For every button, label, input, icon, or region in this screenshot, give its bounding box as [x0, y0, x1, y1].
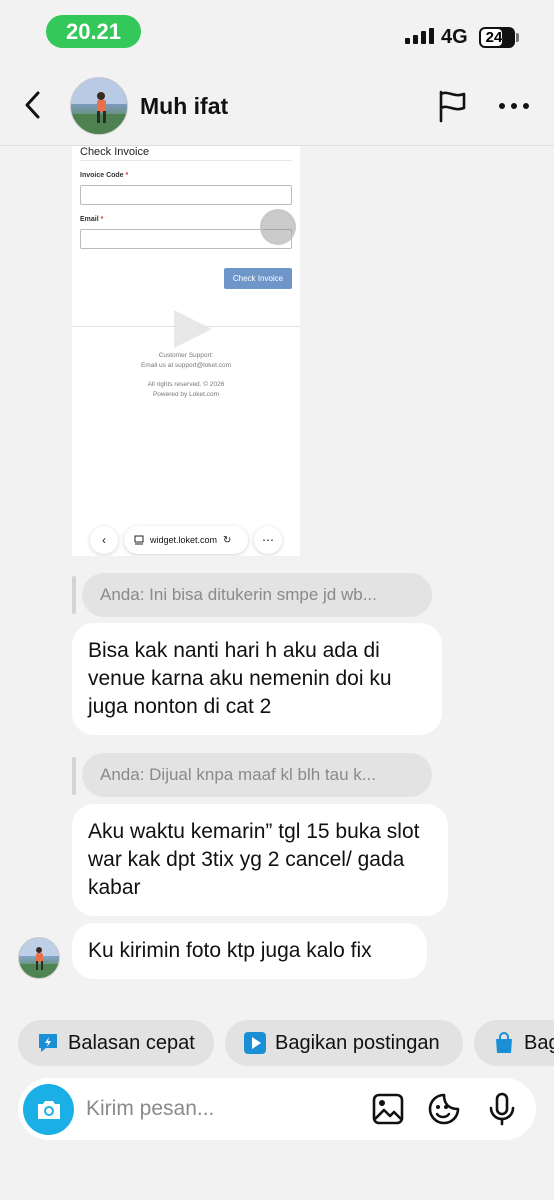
sender-avatar[interactable] — [18, 937, 60, 979]
share-post-icon — [243, 1031, 267, 1055]
camera-button[interactable] — [23, 1084, 74, 1135]
support-email: Email us at support@loket.com — [140, 362, 232, 369]
signal-icon — [405, 28, 434, 44]
reply-quote-bar — [72, 757, 76, 795]
touch-indicator — [260, 209, 296, 245]
message-bubble[interactable]: Bisa kak nanti hari h aku ada di venue k… — [72, 623, 442, 735]
network-type: 4G — [441, 26, 468, 48]
shop-label: Bag — [524, 1031, 554, 1054]
check-invoice-button: Check Invoice — [224, 268, 292, 289]
chevron-left-icon — [25, 91, 40, 119]
contact-avatar[interactable] — [70, 77, 128, 135]
tabs-icon — [134, 535, 144, 545]
browser-more-icon: ⋯ — [254, 526, 282, 554]
back-button[interactable] — [16, 86, 50, 124]
invoice-code-label: Invoice Code * — [80, 172, 129, 179]
reply-quote[interactable]: Anda: Ini bisa ditukerin smpe jd wb... — [82, 573, 432, 617]
shared-video-preview[interactable]: Check Invoice Invoice Code * Email * Che… — [72, 146, 300, 556]
share-post-chip[interactable]: Bagikan postingan — [225, 1020, 463, 1066]
battery-tip — [516, 33, 519, 42]
chat-header: Muh ifat — [0, 64, 554, 146]
quick-reply-icon — [36, 1031, 60, 1055]
support-title: Customer Support: — [158, 352, 214, 359]
more-horizontal-icon — [499, 103, 529, 109]
reply-quote-bar — [72, 576, 76, 614]
message-composer — [18, 1078, 536, 1140]
contact-name[interactable]: Muh ifat — [140, 93, 228, 120]
email-label: Email * — [80, 216, 104, 223]
shop-chip[interactable]: Bag — [474, 1020, 554, 1066]
reply-quote[interactable]: Anda: Dijual knpa maaf kl blh tau k... — [82, 753, 432, 797]
shopping-bag-icon — [492, 1031, 516, 1055]
invoice-form-title: Check Invoice — [80, 146, 292, 161]
quick-reply-chip[interactable]: Balasan cepat — [18, 1020, 214, 1066]
gallery-button[interactable] — [370, 1091, 406, 1127]
quick-actions-bar: Balasan cepat Bagikan postingan Bag — [0, 1020, 554, 1066]
message-bubble[interactable]: Aku waktu kemarin” tgl 15 buka slot war … — [72, 804, 448, 916]
sticker-icon — [428, 1093, 460, 1125]
share-post-label: Bagikan postingan — [275, 1031, 440, 1054]
browser-toolbar: ‹ widget.loket.com ↻ ⋯ — [90, 526, 282, 554]
quick-reply-label: Balasan cepat — [68, 1031, 195, 1054]
reload-icon: ↻ — [223, 534, 232, 546]
browser-url: widget.loket.com — [150, 535, 218, 545]
powered-by-text: Powered by Loket.com — [152, 391, 220, 398]
battery-level: 24 — [485, 29, 503, 46]
sticker-button[interactable] — [426, 1091, 462, 1127]
voice-button[interactable] — [484, 1091, 520, 1127]
microphone-icon — [489, 1092, 515, 1126]
invoice-code-field — [80, 185, 292, 205]
status-bar: 20.21 4G 24 — [0, 0, 554, 64]
play-icon — [174, 310, 212, 348]
message-bubble[interactable]: Ku kirimin foto ktp juga kalo fix — [72, 923, 427, 979]
report-button[interactable] — [434, 88, 470, 124]
more-options-button[interactable] — [496, 94, 532, 118]
flag-icon — [439, 90, 466, 123]
status-time: 20.21 — [46, 15, 141, 48]
camera-icon — [37, 1100, 60, 1119]
rights-text: All rights reserved. © 2026 — [147, 381, 225, 388]
image-icon — [372, 1093, 404, 1125]
browser-url-bar: widget.loket.com ↻ — [124, 526, 248, 554]
browser-back-icon: ‹ — [90, 526, 118, 554]
message-input[interactable] — [86, 1092, 346, 1126]
battery-icon: 24 — [479, 27, 515, 48]
